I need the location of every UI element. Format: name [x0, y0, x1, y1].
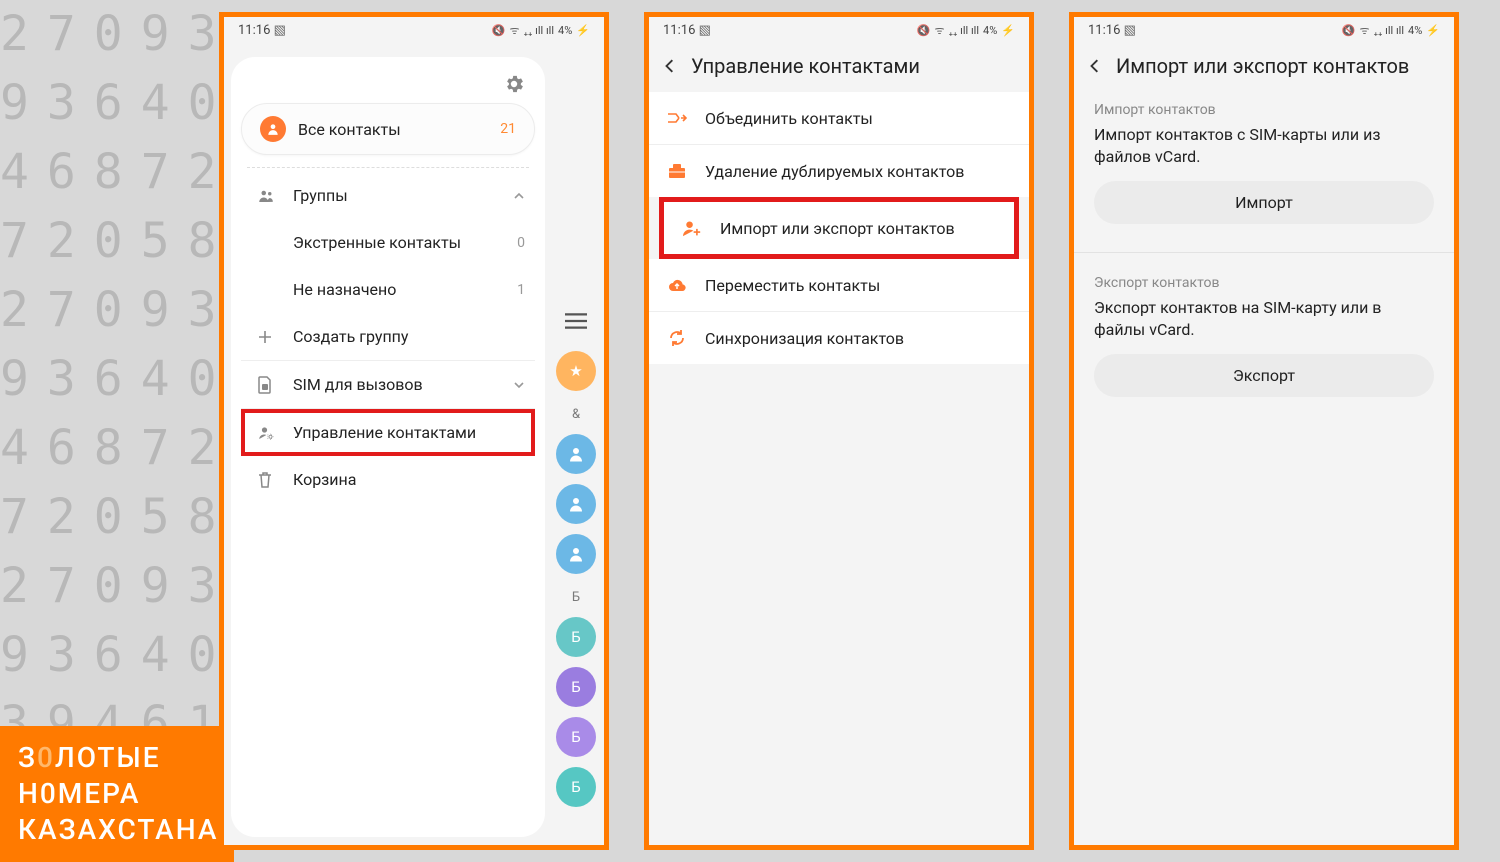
section-label: & — [572, 407, 580, 422]
page-title: Импорт или экспорт контактов — [1116, 54, 1409, 78]
page-title: Управление контактами — [691, 54, 920, 78]
status-bar: 11:16 ▧ 🔇 ᯤ ₊₊ ıll ıll 4%⚡ — [224, 17, 604, 40]
phone-screen-2: 11:16 ▧ 🔇 ᯤ ₊₊ ıll ıll 4%⚡ Управление ко… — [644, 12, 1034, 850]
favorite-chip[interactable]: ★ — [556, 351, 596, 391]
block-description: Импорт контактов с SIM-карты или из файл… — [1094, 124, 1434, 169]
plus-icon — [257, 329, 277, 345]
export-block: Экспорт контактов Экспорт контактов на S… — [1074, 265, 1454, 413]
contact-chip[interactable] — [556, 534, 596, 574]
person-plus-icon — [682, 218, 702, 238]
pill-label: Все контакты — [298, 120, 488, 139]
contact-chip[interactable]: Б — [556, 617, 596, 657]
phone-screen-1: 11:16 ▧ 🔇 ᯤ ₊₊ ıll ıll 4%⚡ ★ & Б Б Б Б Б… — [219, 12, 609, 850]
import-export-highlight: Импорт или экспорт контактов — [659, 197, 1019, 259]
section-label: Б — [572, 590, 580, 605]
chevron-up-icon — [513, 190, 525, 202]
move-row[interactable]: Переместить контакты — [649, 259, 1029, 312]
contact-chip[interactable]: Б — [556, 717, 596, 757]
chevron-down-icon — [513, 379, 525, 391]
manage-list: Объединить контакты Удаление дублируемых… — [649, 92, 1029, 197]
emergency-row[interactable]: Экстренные контакты 0 — [241, 219, 535, 266]
sim-calls-row[interactable]: SIM для вызовов — [241, 361, 535, 409]
person-icon — [260, 116, 286, 142]
sync-icon — [667, 328, 687, 348]
gear-icon[interactable] — [503, 73, 525, 95]
import-block: Импорт контактов Импорт контактов с SIM-… — [1074, 92, 1454, 240]
merge-row[interactable]: Объединить контакты — [649, 92, 1029, 145]
brand-badge: З0ЛОТЫЕ Н0МЕРА КАЗАХСТАНА — [0, 726, 234, 862]
hamburger-icon[interactable] — [565, 313, 587, 329]
unassigned-row[interactable]: Не назначено 1 — [241, 266, 535, 313]
sync-row[interactable]: Синхронизация контактов — [649, 312, 1029, 364]
dedup-row[interactable]: Удаление дублируемых контактов — [649, 145, 1029, 197]
sidebar-drawer: Все контакты 21 Группы Экстренные контак… — [231, 57, 545, 837]
contact-chip[interactable]: Б — [556, 667, 596, 707]
block-description: Экспорт контактов на SIM-карту или в фай… — [1094, 297, 1434, 342]
all-contacts-pill[interactable]: Все контакты 21 — [241, 103, 535, 155]
block-title: Экспорт контактов — [1094, 275, 1434, 291]
manage-list-2: Переместить контакты Синхронизация конта… — [649, 259, 1029, 364]
trash-row[interactable]: Корзина — [241, 456, 535, 503]
appbar: Импорт или экспорт контактов — [1074, 40, 1454, 92]
status-bar: 11:16 ▧ 🔇 ᯤ ₊₊ ıll ıll 4%⚡ — [1074, 17, 1454, 40]
contact-chip[interactable] — [556, 434, 596, 474]
pill-count: 21 — [500, 121, 516, 137]
phone-screen-3: 11:16 ▧ 🔇 ᯤ ₊₊ ıll ıll 4%⚡ Импорт или эк… — [1069, 12, 1459, 850]
block-title: Импорт контактов — [1094, 102, 1434, 118]
import-export-row[interactable]: Импорт или экспорт контактов — [664, 202, 1014, 254]
contact-chip[interactable]: Б — [556, 767, 596, 807]
merge-icon — [667, 108, 687, 128]
back-icon[interactable] — [663, 59, 677, 73]
toolbox-icon — [667, 161, 687, 181]
contact-strip: ★ & Б Б Б Б Б — [552, 313, 600, 807]
contact-chip[interactable] — [556, 484, 596, 524]
appbar: Управление контактами — [649, 40, 1029, 92]
back-icon[interactable] — [1088, 59, 1102, 73]
cloud-up-icon — [667, 275, 687, 295]
status-bar: 11:16 ▧ 🔇 ᯤ ₊₊ ıll ıll 4%⚡ — [649, 17, 1029, 40]
create-group-row[interactable]: Создать группу — [241, 313, 535, 361]
manage-contacts-row[interactable]: Управление контактами — [241, 409, 535, 456]
trash-icon — [257, 471, 277, 489]
import-button[interactable]: Импорт — [1094, 181, 1434, 224]
export-button[interactable]: Экспорт — [1094, 354, 1434, 397]
groups-icon — [257, 187, 277, 205]
sim-icon — [257, 376, 277, 394]
groups-row[interactable]: Группы — [241, 172, 535, 219]
person-gear-icon — [257, 424, 277, 442]
